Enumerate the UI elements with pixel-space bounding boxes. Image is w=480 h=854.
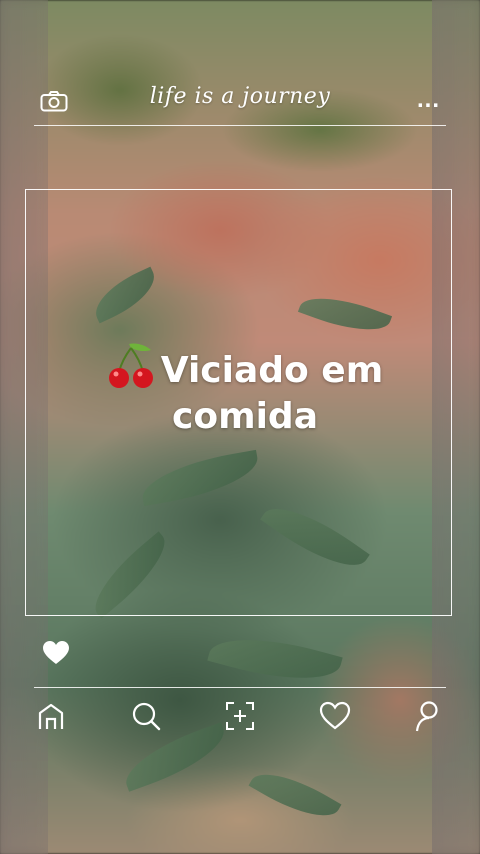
profile-icon[interactable] [412,699,446,733]
caption-line-2: comida [172,396,318,437]
heart-filled-icon[interactable] [42,640,70,666]
bottom-nav [34,698,446,734]
cherries-icon [107,338,159,390]
home-icon[interactable] [34,699,68,733]
heart-outline-icon[interactable] [318,699,352,733]
caption-line-1: Viciado em [160,350,384,391]
header-divider [34,125,446,126]
post-caption: Viciado em comida [90,338,400,440]
add-post-icon[interactable] [223,699,257,733]
nav-divider [34,687,446,688]
more-icon[interactable]: ... [417,86,440,114]
search-icon[interactable] [129,699,163,733]
story-title: life is a journey [149,84,331,109]
story-screen: life is a journey ... Viciado em comida [0,0,480,854]
story-header: life is a journey ... [34,78,446,124]
